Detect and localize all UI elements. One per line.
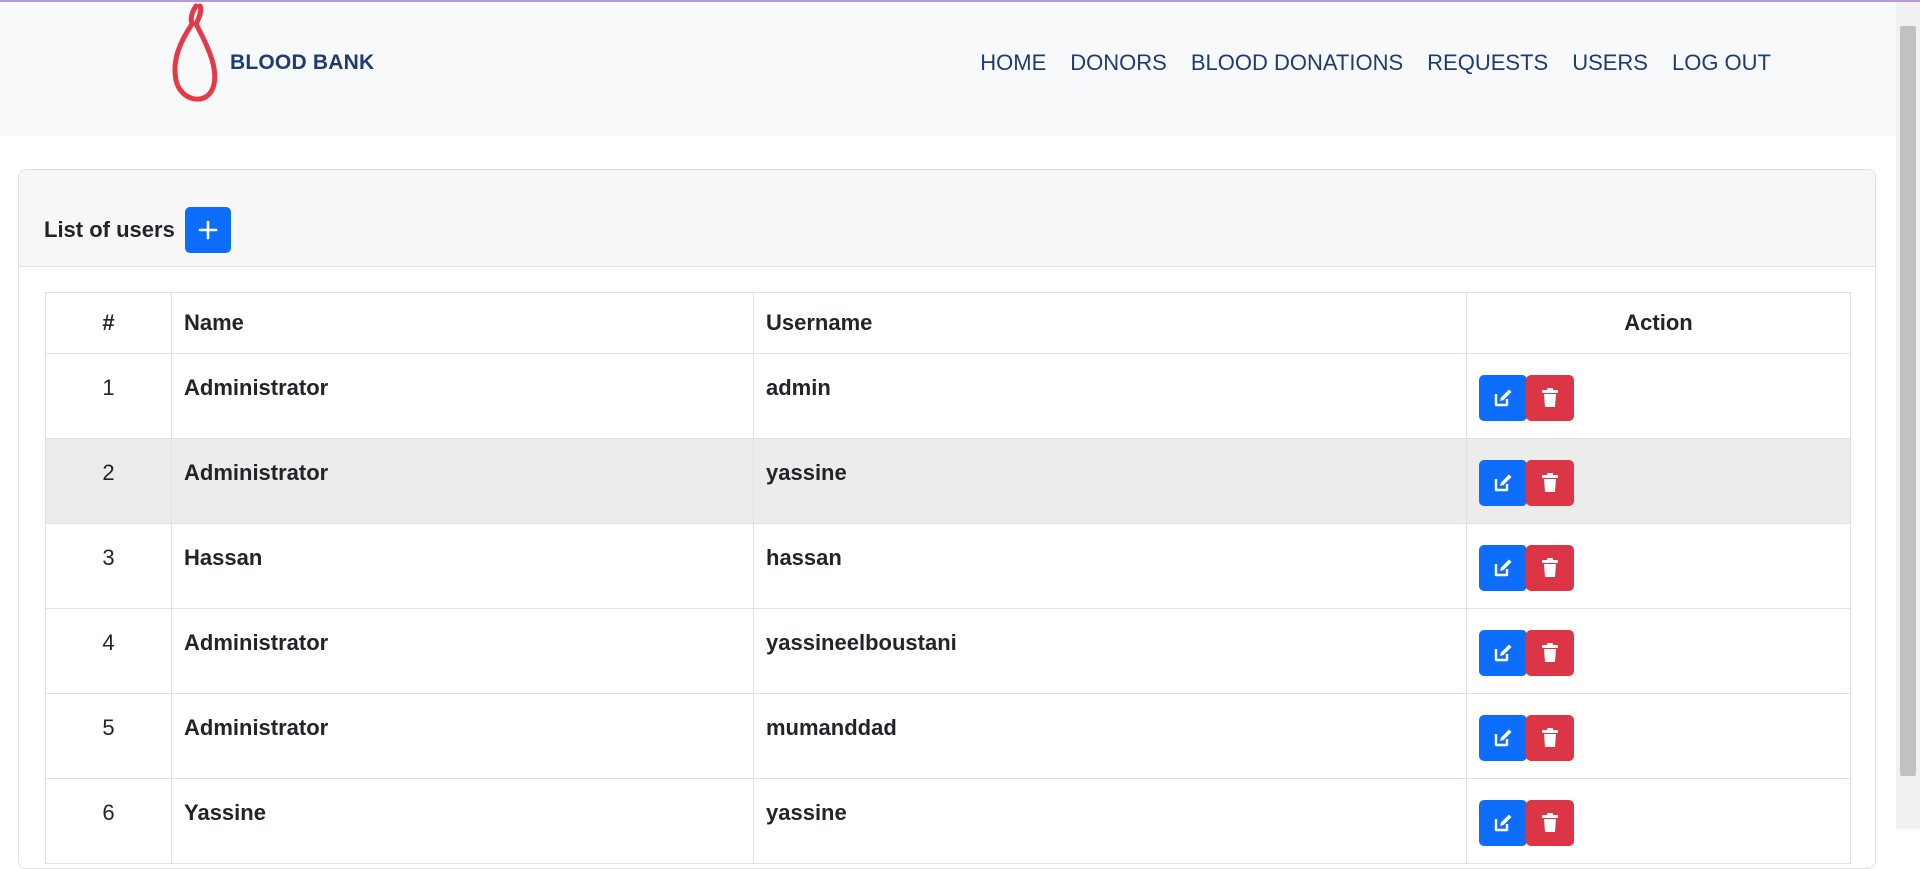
edit-icon	[1494, 389, 1512, 407]
users-table: # Name Username Action 1 Administrator a…	[45, 292, 1851, 864]
table-header-row: # Name Username Action	[45, 292, 1851, 354]
edit-user-button[interactable]	[1479, 460, 1527, 506]
user-username: yassineelboustani	[753, 608, 1467, 694]
delete-user-button[interactable]	[1526, 715, 1574, 761]
user-name: Yassine	[171, 778, 754, 864]
row-number: 2	[45, 438, 172, 524]
delete-user-button[interactable]	[1526, 630, 1574, 676]
user-username: yassine	[753, 778, 1467, 864]
user-name: Administrator	[171, 438, 754, 524]
row-actions	[1466, 438, 1851, 524]
users-card: List of users # Name Username Action 1 A…	[18, 169, 1876, 869]
column-header-username: Username	[753, 292, 1467, 354]
row-number: 1	[45, 353, 172, 439]
row-actions	[1466, 778, 1851, 864]
row-number: 3	[45, 523, 172, 609]
delete-user-button[interactable]	[1526, 375, 1574, 421]
trash-icon	[1542, 388, 1558, 407]
navbar: BLOOD BANK HOME DONORS BLOOD DONATIONS R…	[0, 2, 1896, 136]
delete-user-button[interactable]	[1526, 460, 1574, 506]
plus-icon	[198, 220, 218, 240]
edit-user-button[interactable]	[1479, 545, 1527, 591]
table-row: 5 Administrator mumanddad	[45, 693, 1851, 779]
main-nav: HOME DONORS BLOOD DONATIONS REQUESTS USE…	[980, 50, 1771, 76]
nav-item-users[interactable]: USERS	[1572, 50, 1648, 76]
row-number: 6	[45, 778, 172, 864]
row-number: 5	[45, 693, 172, 779]
card-header: List of users	[19, 170, 1875, 267]
edit-user-button[interactable]	[1479, 800, 1527, 846]
column-header-action: Action	[1466, 292, 1851, 354]
row-actions	[1466, 523, 1851, 609]
user-name: Administrator	[171, 608, 754, 694]
brand[interactable]: BLOOD BANK	[170, 2, 374, 106]
edit-icon	[1494, 474, 1512, 492]
trash-icon	[1542, 643, 1558, 662]
trash-icon	[1542, 813, 1558, 832]
table-row: 1 Administrator admin	[45, 353, 1851, 439]
vertical-scrollbar[interactable]	[1896, 2, 1920, 829]
row-actions	[1466, 608, 1851, 694]
edit-icon	[1494, 559, 1512, 577]
column-header-name: Name	[171, 292, 754, 354]
page-title: List of users	[44, 217, 175, 242]
delete-user-button[interactable]	[1526, 800, 1574, 846]
edit-user-button[interactable]	[1479, 630, 1527, 676]
blood-drop-loop-icon	[172, 3, 218, 102]
nav-item-blood-donations[interactable]: BLOOD DONATIONS	[1191, 50, 1403, 76]
edit-icon	[1494, 644, 1512, 662]
user-username: admin	[753, 353, 1467, 439]
brand-name: BLOOD BANK	[230, 51, 375, 74]
delete-user-button[interactable]	[1526, 545, 1574, 591]
nav-item-requests[interactable]: REQUESTS	[1427, 50, 1548, 76]
scrollbar-thumb[interactable]	[1900, 26, 1916, 776]
nav-item-donors[interactable]: DONORS	[1070, 50, 1167, 76]
nav-item-home[interactable]: HOME	[980, 50, 1046, 76]
nav-item-logout[interactable]: LOG OUT	[1672, 50, 1771, 76]
row-number: 4	[45, 608, 172, 694]
table-row: 6 Yassine yassine	[45, 778, 1851, 864]
edit-user-button[interactable]	[1479, 375, 1527, 421]
user-username: hassan	[753, 523, 1467, 609]
edit-icon	[1494, 814, 1512, 832]
user-name: Administrator	[171, 693, 754, 779]
row-actions	[1466, 353, 1851, 439]
add-user-button[interactable]	[185, 207, 231, 253]
user-name: Administrator	[171, 353, 754, 439]
trash-icon	[1542, 473, 1558, 492]
trash-icon	[1542, 728, 1558, 747]
user-username: yassine	[753, 438, 1467, 524]
trash-icon	[1542, 558, 1558, 577]
user-username: mumanddad	[753, 693, 1467, 779]
column-header-number: #	[45, 292, 172, 354]
edit-user-button[interactable]	[1479, 715, 1527, 761]
row-actions	[1466, 693, 1851, 779]
table-row: 2 Administrator yassine	[45, 438, 1851, 524]
user-name: Hassan	[171, 523, 754, 609]
table-row: 3 Hassan hassan	[45, 523, 1851, 609]
table-row: 4 Administrator yassineelboustani	[45, 608, 1851, 694]
edit-icon	[1494, 729, 1512, 747]
